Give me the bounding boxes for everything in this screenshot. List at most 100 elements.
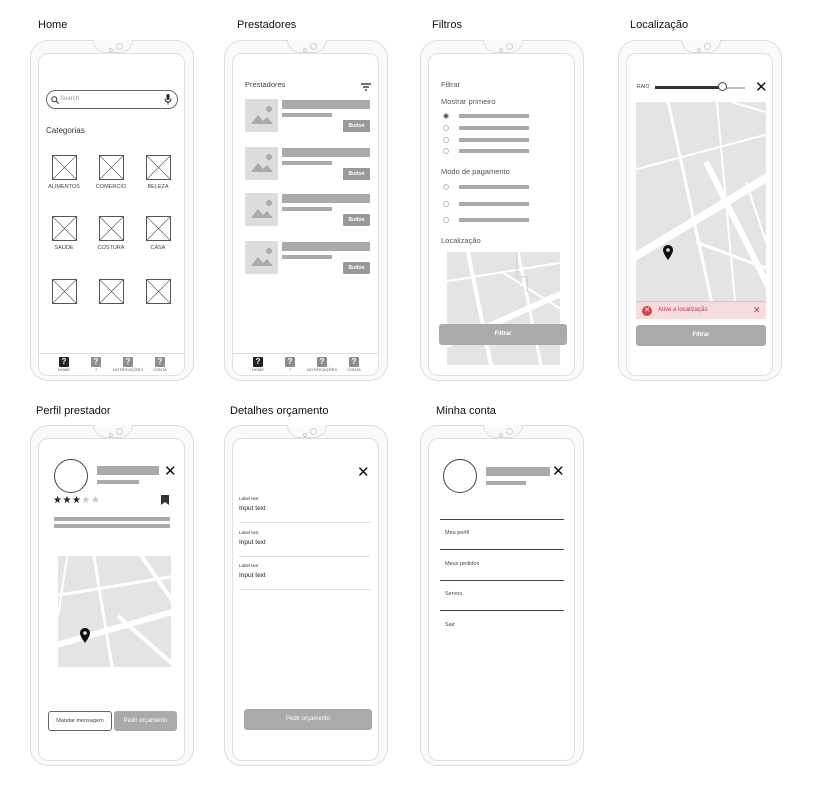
nav-notificacoes[interactable]: ? NOTIFICAÇÕES xyxy=(307,357,337,372)
nav-unknown[interactable]: ?? xyxy=(275,357,305,372)
camera-dot xyxy=(116,428,123,435)
field-input[interactable]: Input text xyxy=(239,539,266,546)
bottom-nav: ? HOME ?? ? NOTIFICAÇÕES ? CONTA xyxy=(39,353,184,375)
bottom-nav: ? HOME ?? ? NOTIFICAÇÕES ? CONTA xyxy=(233,353,378,375)
provider-card[interactable]: Button xyxy=(233,241,378,277)
page-title: Prestadores xyxy=(245,80,286,89)
phone-detalhes: ✕ Label text Input text Label text Input… xyxy=(224,425,388,766)
apply-filter-button[interactable]: Filtrar xyxy=(636,325,766,346)
screen-localizacao: RAIO ✕ ✕ Ative a localização ✕ Filtrar xyxy=(626,53,773,376)
provider-button[interactable]: Button xyxy=(343,262,370,274)
menu-item-meu-perfil[interactable]: Meu perfil xyxy=(445,530,469,536)
sensor-dot xyxy=(109,48,113,52)
radio-button[interactable] xyxy=(443,184,449,190)
radio-button[interactable] xyxy=(443,113,449,119)
image-placeholder-icon xyxy=(245,193,278,226)
microphone-icon[interactable] xyxy=(164,94,172,105)
nav-label: NOTIFICAÇÕES xyxy=(113,367,144,372)
category-saude-icon[interactable] xyxy=(52,216,77,241)
image-placeholder-icon xyxy=(245,99,278,132)
provider-card[interactable]: Button xyxy=(233,193,378,229)
sensor-dot xyxy=(303,433,307,437)
category-casa-icon[interactable] xyxy=(146,216,171,241)
nav-home[interactable]: ? HOME xyxy=(243,357,273,372)
provider-subtitle-placeholder xyxy=(282,161,332,165)
text-field[interactable]: Label text Input text xyxy=(239,494,370,523)
option-label-placeholder xyxy=(459,126,529,130)
radio-button[interactable] xyxy=(443,148,449,154)
nav-home[interactable]: ? HOME xyxy=(49,357,79,372)
category-placeholder-icon[interactable] xyxy=(52,279,77,304)
dismiss-alert-icon[interactable]: ✕ xyxy=(753,305,761,316)
nav-label: HOME xyxy=(252,367,264,372)
frame-title-perfil: Perfil prestador xyxy=(36,405,111,417)
screen-conta: ✕ Meu perfil Meus pedidos Servos Sair xyxy=(428,438,575,761)
camera-dot xyxy=(116,43,123,50)
radio-button[interactable] xyxy=(443,201,449,207)
map-view[interactable] xyxy=(636,102,766,312)
divider xyxy=(440,549,564,550)
field-input[interactable]: Input text xyxy=(239,505,266,512)
send-message-button[interactable]: Mandar mensagem xyxy=(48,711,112,731)
close-icon[interactable]: ✕ xyxy=(164,464,177,479)
category-alimentos-icon[interactable] xyxy=(52,155,77,180)
frame-title-conta: Minha conta xyxy=(436,405,496,417)
section-heading: Localização xyxy=(441,236,481,245)
menu-item-sair[interactable]: Sair xyxy=(445,622,455,628)
phone-prestadores: Prestadores Button Button Button Button ? HO… xyxy=(224,40,388,381)
category-placeholder-icon[interactable] xyxy=(146,279,171,304)
bookmark-icon[interactable] xyxy=(161,495,169,505)
provider-card[interactable]: Button xyxy=(233,99,378,135)
radio-button[interactable] xyxy=(443,217,449,223)
nav-notificacoes[interactable]: ? NOTIFICAÇÕES xyxy=(113,357,143,372)
request-quote-button[interactable]: Pedir orçamento xyxy=(114,711,177,731)
category-comercio-icon[interactable] xyxy=(99,155,124,180)
nav-label: HOME xyxy=(58,367,70,372)
search-bar[interactable]: Search xyxy=(46,90,178,109)
category-placeholder-icon[interactable] xyxy=(99,279,124,304)
provider-button[interactable]: Button xyxy=(343,168,370,180)
provider-subtitle-placeholder xyxy=(97,480,139,484)
nav-label: ? xyxy=(94,367,98,372)
category-costura-icon[interactable] xyxy=(99,216,124,241)
category-label: COSTURA xyxy=(97,245,125,251)
text-field[interactable]: Label text Input text xyxy=(239,561,370,590)
nav-conta[interactable]: ? CONTA xyxy=(339,357,369,372)
search-input[interactable]: Search xyxy=(60,96,79,102)
provider-subtitle-placeholder xyxy=(282,207,332,211)
filter-icon[interactable] xyxy=(361,83,371,91)
description-placeholder xyxy=(54,524,170,528)
provider-name-placeholder xyxy=(282,194,370,203)
phone-perfil: ✕ ★★★★★ Mandar mensagem Pedir orçamento xyxy=(30,425,194,766)
user-name-placeholder xyxy=(486,467,550,476)
map-view[interactable] xyxy=(447,252,560,365)
slider-thumb[interactable] xyxy=(718,82,727,91)
menu-item-servos[interactable]: Servos xyxy=(445,591,462,597)
provider-button[interactable]: Button xyxy=(343,120,370,132)
frame-title-home: Home xyxy=(38,19,68,31)
close-icon[interactable]: ✕ xyxy=(755,80,768,95)
close-icon[interactable]: ✕ xyxy=(552,464,565,479)
category-label: ALIMENTOS xyxy=(48,184,80,190)
option-label-placeholder xyxy=(459,185,529,189)
nav-unknown[interactable]: ?? xyxy=(81,357,111,372)
provider-card[interactable]: Button xyxy=(233,147,378,183)
text-field[interactable]: Label text Input text xyxy=(239,528,370,557)
error-icon: ✕ xyxy=(642,306,652,316)
radio-button[interactable] xyxy=(443,125,449,131)
help-icon: ? xyxy=(155,357,165,367)
category-beleza-icon[interactable] xyxy=(146,155,171,180)
screen-home: Search Categorias ALIMENTOS COMERCIO BEL… xyxy=(38,53,185,376)
request-quote-button[interactable]: Pedir orçamento xyxy=(244,709,372,730)
map-view[interactable] xyxy=(58,556,171,667)
close-icon[interactable]: ✕ xyxy=(357,465,370,480)
nav-conta[interactable]: ? CONTA xyxy=(145,357,175,372)
apply-filter-button[interactable]: Filtrar xyxy=(439,324,567,345)
frame-title-localizacao: Localização xyxy=(630,19,689,31)
provider-button[interactable]: Button xyxy=(343,214,370,226)
radio-button[interactable] xyxy=(443,137,449,143)
field-input[interactable]: Input text xyxy=(239,572,266,579)
phone-notch xyxy=(93,425,133,438)
radius-slider[interactable] xyxy=(655,82,745,91)
menu-item-meus-pedidos[interactable]: Meus pedidos xyxy=(445,561,479,567)
